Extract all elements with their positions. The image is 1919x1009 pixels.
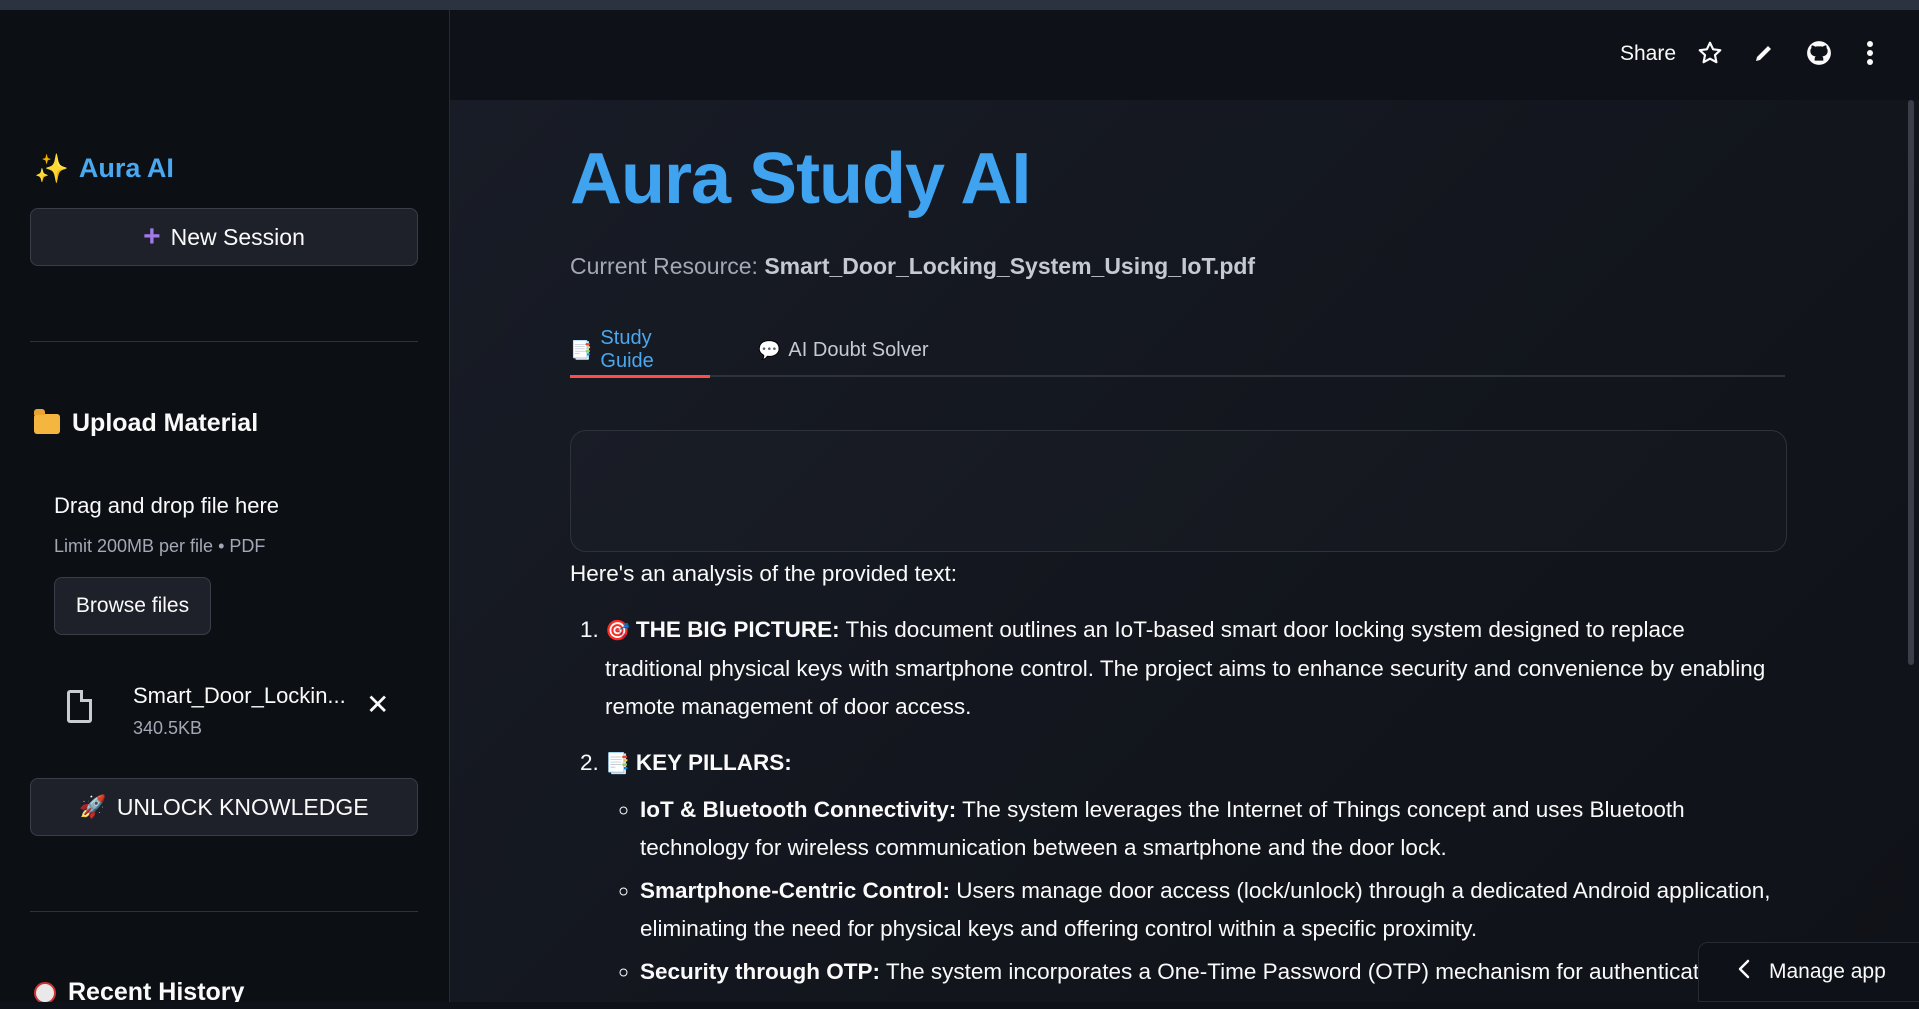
pillar-item: IoT & Bluetooth Connectivity: The system…: [640, 791, 1785, 867]
brand: ✨ Aura AI: [34, 152, 174, 185]
dropzone-limit: Limit 200MB per file • PDF: [54, 536, 266, 556]
upload-title: Upload Material: [72, 409, 259, 437]
empty-card: [570, 430, 1787, 552]
browser-top-strip: [0, 0, 1919, 10]
edit-pencil-icon[interactable]: [1752, 41, 1776, 70]
dropzone-title: Drag and drop file here: [54, 493, 280, 518]
file-size: 340.5KB: [133, 718, 203, 738]
browse-files-button[interactable]: Browse files: [54, 577, 211, 635]
tab-study-guide-label: Study Guide: [600, 327, 654, 372]
study-guide-content: Here's an analysis of the provided text:…: [570, 555, 1785, 1009]
history-title: Recent History: [68, 978, 245, 1002]
page-title: Aura Study AI: [570, 139, 1031, 219]
remove-file-close-icon[interactable]: ✕: [366, 688, 389, 721]
resource-label: Current Resource:: [570, 253, 758, 279]
intro-text: Here's an analysis of the provided text:: [570, 561, 958, 586]
history-section-title: Recent History: [34, 978, 244, 1002]
pillar-heading: Security through OTP:: [640, 959, 881, 984]
app-header: Share: [450, 10, 1919, 100]
pillar-item: Security through OTP: The system incorpo…: [640, 953, 1785, 991]
sidebar-divider: [30, 341, 418, 342]
github-icon[interactable]: [1806, 40, 1832, 71]
list-item: 🎯THE BIG PICTURE: This document outlines…: [605, 611, 1785, 726]
notes-icon: 📑: [570, 339, 593, 360]
sidebar-divider-2: [30, 911, 418, 912]
current-resource: Current Resource: Smart_Door_Locking_Sys…: [570, 253, 1255, 280]
pillar-heading: Smartphone-Centric Control:: [640, 878, 951, 903]
target-icon: 🎯: [605, 620, 630, 642]
resource-file: Smart_Door_Locking_System_Using_IoT.pdf: [764, 253, 1256, 279]
new-session-button[interactable]: + New Session: [30, 208, 418, 266]
sparkles-icon: ✨: [34, 153, 69, 184]
pillar-text: The system incorporates a One-Time Passw…: [885, 959, 1730, 984]
brand-name: Aura AI: [78, 153, 174, 183]
clock-icon: [34, 981, 56, 1002]
manage-app-button[interactable]: Manage app: [1698, 942, 1919, 1002]
tab-bar: 📑 Study Guide 💬 AI Doubt Solver: [570, 325, 1785, 378]
folder-icon: [34, 408, 60, 434]
new-session-label: New Session: [170, 223, 305, 250]
file-name: Smart_Door_Lockin...: [133, 683, 346, 708]
main-content: Aura Study AI Current Resource: Smart_Do…: [450, 100, 1919, 1002]
star-icon[interactable]: [1697, 40, 1723, 71]
notes-icon: 📑: [605, 753, 630, 775]
plus-icon: +: [143, 220, 161, 253]
rocket-icon: 🚀: [79, 794, 107, 819]
speech-bubble-icon: 💬: [758, 339, 781, 360]
pillars-list: IoT & Bluetooth Connectivity: The system…: [605, 791, 1785, 991]
tab-ai-doubt-solver-label: AI Doubt Solver: [788, 338, 929, 361]
item-heading: KEY PILLARS:: [635, 750, 792, 775]
unlock-knowledge-button[interactable]: 🚀 UNLOCK KNOWLEDGE: [30, 778, 418, 836]
chevron-left-icon: [1737, 959, 1751, 985]
pillar-heading: IoT & Bluetooth Connectivity:: [640, 797, 957, 822]
unlock-label: UNLOCK KNOWLEDGE: [116, 793, 369, 820]
more-menu-icon[interactable]: [1866, 40, 1874, 71]
scrollbar[interactable]: [1908, 100, 1914, 665]
pillar-item: Smartphone-Centric Control: Users manage…: [640, 872, 1785, 948]
manage-app-label: Manage app: [1769, 960, 1886, 983]
list-item: 📑KEY PILLARS: IoT & Bluetooth Connectivi…: [605, 744, 1785, 991]
sidebar: ✨ Aura AI + New Session Upload Material …: [0, 10, 450, 1002]
tab-ai-doubt-solver[interactable]: 💬 AI Doubt Solver: [758, 325, 929, 375]
upload-section-title: Upload Material: [34, 408, 259, 438]
analysis-list: 🎯THE BIG PICTURE: This document outlines…: [570, 611, 1785, 991]
share-button[interactable]: Share: [1620, 42, 1676, 66]
file-icon: [67, 690, 92, 723]
item-heading: THE BIG PICTURE:: [635, 617, 840, 642]
tab-study-guide[interactable]: 📑 Study Guide: [570, 325, 710, 378]
